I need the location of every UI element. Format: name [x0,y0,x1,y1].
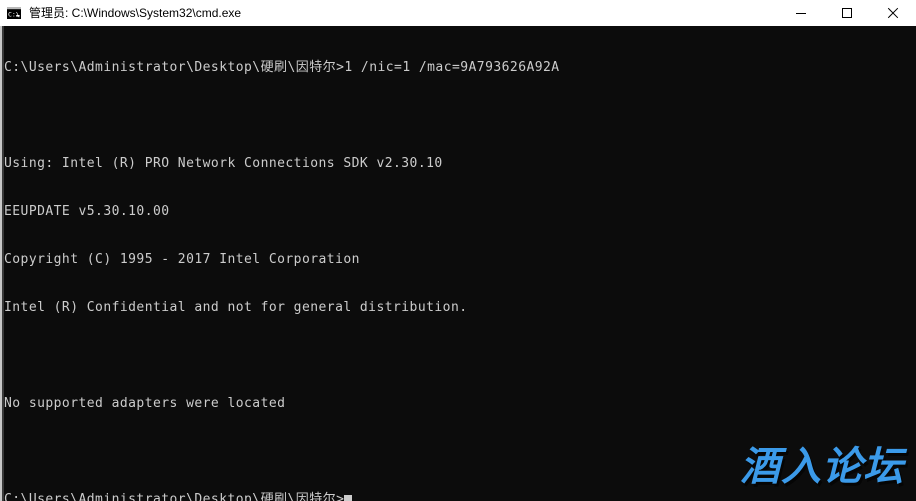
console-output-area[interactable]: C:\Users\Administrator\Desktop\硬刷\因特尔>1 … [0,26,916,501]
console-prompt-line: C:\Users\Administrator\Desktop\硬刷\因特尔> [4,492,912,501]
console-line: Copyright (C) 1995 - 2017 Intel Corporat… [4,252,360,267]
cmd-console-icon: C:\ [6,5,22,21]
svg-text:C:\: C:\ [8,11,20,19]
minimize-button[interactable] [778,0,824,26]
window-title: 管理员: C:\Windows\System32\cmd.exe [29,6,242,20]
forum-watermark: 酒入论坛 [740,444,904,490]
console-prompt: C:\Users\Administrator\Desktop\硬刷\因特尔> [4,492,345,501]
window-titlebar[interactable]: C:\ 管理员: C:\Windows\System32\cmd.exe [0,0,916,26]
window-controls [778,0,916,26]
console-text-buffer: C:\Users\Administrator\Desktop\硬刷\因特尔>1 … [4,28,912,501]
text-cursor [344,495,353,501]
console-line: Using: Intel (R) PRO Network Connections… [4,156,443,171]
cmd-window: C:\ 管理员: C:\Windows\System32\cmd.exe C:\… [0,0,916,501]
console-line: Intel (R) Confidential and not for gener… [4,300,468,315]
console-line: No supported adapters were located [4,396,286,411]
titlebar-left-group: C:\ 管理员: C:\Windows\System32\cmd.exe [0,0,778,26]
maximize-button[interactable] [824,0,870,26]
console-line: EEUPDATE v5.30.10.00 [4,204,170,219]
console-line: C:\Users\Administrator\Desktop\硬刷\因特尔>1 … [4,60,560,75]
close-button[interactable] [870,0,916,26]
